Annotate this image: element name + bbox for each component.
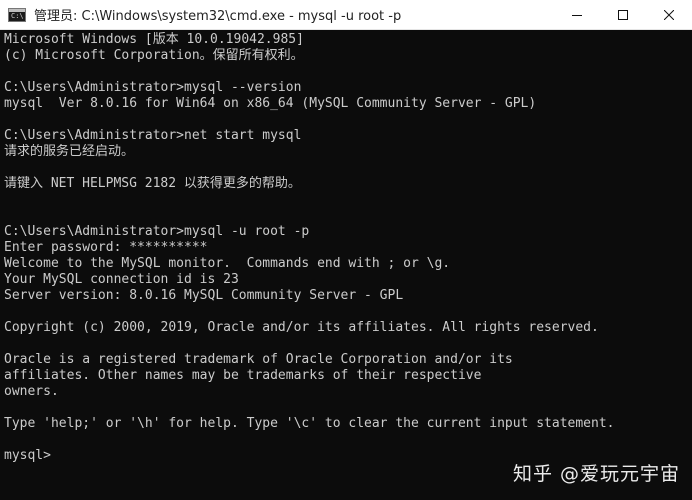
cmd-app-icon[interactable] bbox=[8, 7, 26, 22]
console-line: Your MySQL connection id is 23 bbox=[4, 272, 239, 287]
console-line: C:\Users\Administrator>net start mysql bbox=[4, 128, 302, 143]
console-line: 请求的服务已经启动。 bbox=[4, 144, 135, 159]
console-line: owners. bbox=[4, 384, 59, 399]
close-icon bbox=[664, 9, 674, 20]
console-line: Type 'help;' or '\h' for help. Type '\c'… bbox=[4, 416, 615, 431]
console-line: C:\Users\Administrator>mysql -u root -p bbox=[4, 224, 310, 239]
minimize-icon bbox=[572, 14, 582, 16]
title-bar[interactable]: 管理员: C:\Windows\system32\cmd.exe - mysql… bbox=[0, 0, 692, 30]
window-controls bbox=[554, 0, 692, 30]
minimize-button[interactable] bbox=[554, 0, 600, 30]
console-line: C:\Users\Administrator>mysql --version bbox=[4, 80, 302, 95]
console-line: 请键入 NET HELPMSG 2182 以获得更多的帮助。 bbox=[4, 176, 301, 191]
console-output[interactable]: Microsoft Windows [版本 10.0.19042.985] (c)… bbox=[0, 30, 692, 500]
window-title: 管理员: C:\Windows\system32\cmd.exe - mysql… bbox=[34, 9, 402, 24]
console-line: Copyright (c) 2000, 2019, Oracle and/or … bbox=[4, 320, 599, 335]
console-line: Welcome to the MySQL monitor. Commands e… bbox=[4, 256, 451, 271]
cmd-window: 管理员: C:\Windows\system32\cmd.exe - mysql… bbox=[0, 0, 692, 500]
close-button[interactable] bbox=[646, 0, 692, 30]
maximize-icon bbox=[618, 9, 628, 20]
console-line: (c) Microsoft Corporation。保留所有权利。 bbox=[4, 48, 304, 63]
console-line: Microsoft Windows [版本 10.0.19042.985] bbox=[4, 32, 304, 47]
console-line: mysql Ver 8.0.16 for Win64 on x86_64 (My… bbox=[4, 96, 537, 111]
maximize-button[interactable] bbox=[600, 0, 646, 30]
console-line: Server version: 8.0.16 MySQL Community S… bbox=[4, 288, 404, 303]
console-line: Enter password: ********** bbox=[4, 240, 208, 255]
console-line: affiliates. Other names may be trademark… bbox=[4, 368, 482, 383]
watermark-text: 知乎 @爱玩元宇宙 bbox=[512, 463, 680, 485]
vertical-scrollbar[interactable] bbox=[675, 30, 692, 500]
console-line: Oracle is a registered trademark of Orac… bbox=[4, 352, 513, 367]
